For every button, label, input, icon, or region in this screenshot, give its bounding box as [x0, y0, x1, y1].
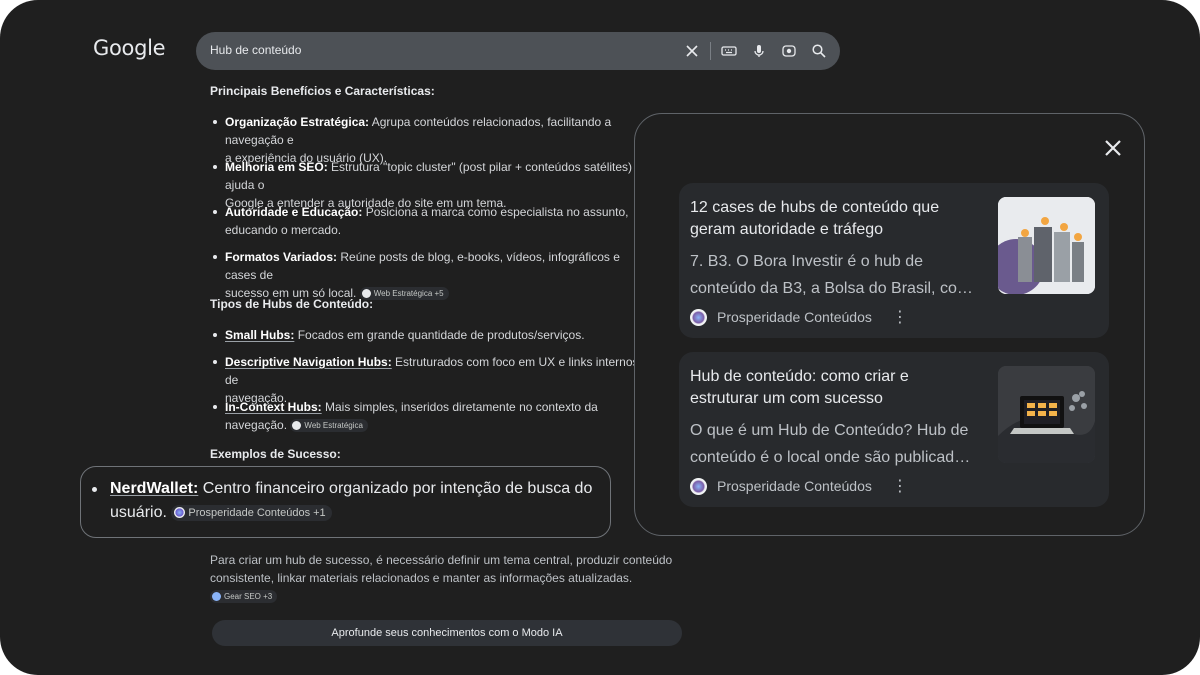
- item-title: Autoridade e Educação:: [225, 205, 363, 219]
- highlighted-example: NerdWallet: Centro financeiro organizado…: [80, 466, 611, 538]
- item-title: Formatos Variados:: [225, 250, 338, 264]
- item-title[interactable]: In-Context Hubs:: [225, 400, 322, 414]
- bullet-dot: [213, 333, 217, 337]
- item-text: Focados em grande quantidade de produtos…: [294, 328, 585, 342]
- chip-label: Prosperidade Conteúdos +1: [188, 506, 326, 519]
- list-item: Small Hubs: Focados em grande quantidade…: [210, 326, 640, 344]
- source-favicon-icon: [690, 308, 707, 326]
- types-heading: Tipos de Hubs de Conteúdo:: [210, 297, 374, 311]
- ai-mode-button[interactable]: Aprofunde seus conhecimentos com o Modo …: [212, 620, 682, 646]
- list-item: Autoridade e Educação: Posiciona a marca…: [210, 203, 640, 239]
- card-thumbnail: [998, 366, 1095, 463]
- item-text: Mais simples, inseridos diretamente no c…: [321, 400, 598, 414]
- bullet-dot: [213, 165, 217, 169]
- item-title[interactable]: Small Hubs:: [225, 328, 294, 342]
- examples-heading: Exemplos de Sucesso:: [210, 447, 341, 461]
- card-source: Prosperidade Conteúdos ⋮: [690, 307, 908, 327]
- source-name: Prosperidade Conteúdos: [717, 309, 872, 325]
- search-bar[interactable]: Hub de conteúdo: [196, 32, 840, 70]
- bullet-dot: [213, 210, 217, 214]
- keyboard-icon[interactable]: [719, 41, 739, 61]
- laptop-image-icon: [998, 366, 1095, 463]
- source-favicon-icon: [690, 477, 707, 495]
- item-text: navegação.: [225, 418, 288, 432]
- card-snippet: 7. B3. O Bora Investir é o hub de conteú…: [690, 253, 973, 297]
- search-divider: [710, 42, 711, 60]
- card-thumbnail: [998, 197, 1095, 294]
- close-icon[interactable]: [682, 41, 702, 61]
- source-chip[interactable]: Web Estratégica: [290, 419, 368, 433]
- card-title[interactable]: Hub de conteúdo: como criar e estruturar…: [690, 366, 980, 410]
- sources-panel: 12 cases de hubs de conteúdo que geram a…: [634, 113, 1145, 536]
- card-source: Prosperidade Conteúdos ⋮: [690, 476, 908, 496]
- item-text: educando o mercado.: [225, 223, 342, 237]
- closing-paragraph: Para criar um hub de sucesso, é necessár…: [210, 551, 680, 605]
- source-chip[interactable]: Gear SEO +3: [210, 590, 278, 604]
- list-item: In-Context Hubs: Mais simples, inseridos…: [210, 398, 640, 434]
- mic-icon[interactable]: [749, 41, 769, 61]
- source-card[interactable]: 12 cases de hubs de conteúdo que geram a…: [679, 183, 1109, 338]
- source-name: Prosperidade Conteúdos: [717, 478, 872, 494]
- bullet-dot: [213, 360, 217, 364]
- chip-label: Gear SEO +3: [224, 592, 273, 602]
- bullet-dot: [92, 487, 97, 492]
- example-title-link[interactable]: NerdWallet:: [110, 480, 198, 497]
- bullet-dot: [213, 405, 217, 409]
- list-item: Formatos Variados: Reúne posts de blog, …: [210, 248, 640, 302]
- more-options-icon[interactable]: ⋮: [892, 307, 908, 327]
- chip-icon: [174, 507, 186, 519]
- google-logo[interactable]: Google: [93, 36, 166, 60]
- benefits-heading: Principais Benefícios e Características:: [210, 84, 435, 98]
- search-icon[interactable]: [809, 41, 829, 61]
- lens-icon[interactable]: [779, 41, 799, 61]
- servers-image-icon: [998, 197, 1095, 294]
- screen-frame: Google Hub de conteúdo Principais Benefí…: [0, 0, 1200, 675]
- example-text: usuário.: [110, 504, 167, 521]
- chip-icon: [292, 421, 302, 431]
- example-text: Centro financeiro organizado por intençã…: [198, 480, 593, 497]
- source-card[interactable]: Hub de conteúdo: como criar e estruturar…: [679, 352, 1109, 507]
- chip-label: Web Estratégica +5: [373, 289, 444, 299]
- card-title[interactable]: 12 cases de hubs de conteúdo que geram a…: [690, 197, 980, 241]
- closing-text: Para criar um hub de sucesso, é necessár…: [210, 553, 673, 585]
- item-title[interactable]: Descriptive Navigation Hubs:: [225, 355, 392, 369]
- source-chip[interactable]: Prosperidade Conteúdos +1: [171, 504, 332, 521]
- chip-icon: [212, 592, 221, 602]
- item-title: Organização Estratégica:: [225, 115, 370, 129]
- card-snippet: O que é um Hub de Conteúdo? Hub de conte…: [690, 422, 971, 466]
- chip-label: Web Estratégica: [304, 421, 363, 431]
- item-text: Posiciona a marca como especialista no a…: [362, 205, 629, 219]
- bullet-dot: [213, 120, 217, 124]
- more-options-icon[interactable]: ⋮: [892, 476, 908, 496]
- search-input[interactable]: Hub de conteúdo: [210, 43, 301, 57]
- item-title: Melhoria em SEO:: [225, 160, 328, 174]
- bullet-dot: [213, 255, 217, 259]
- close-icon[interactable]: [1101, 136, 1125, 160]
